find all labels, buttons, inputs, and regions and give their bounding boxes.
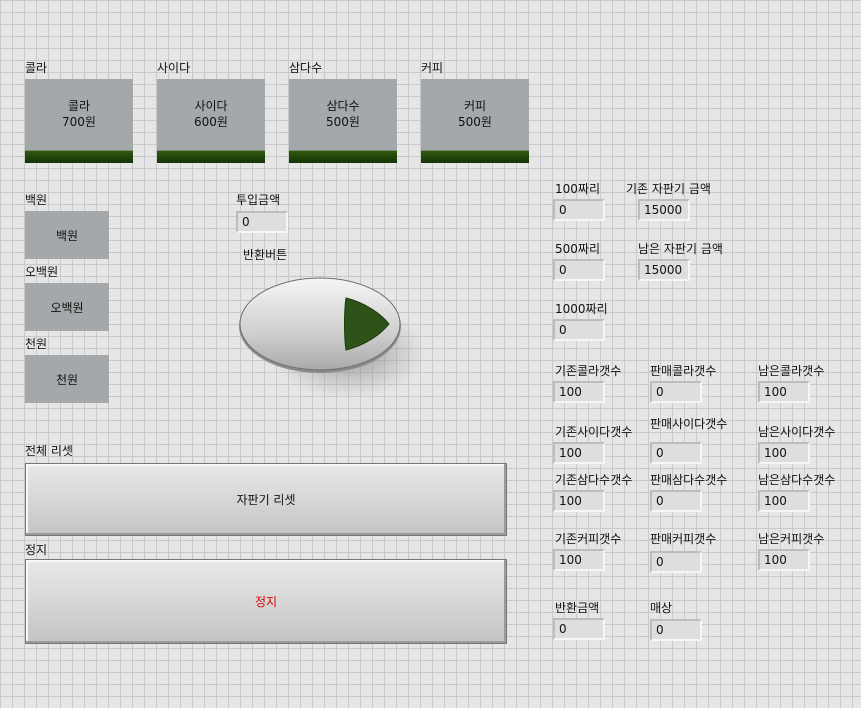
sold-coffee-indicator: 0 <box>650 551 702 573</box>
reset-button[interactable]: 자판기 리셋 <box>25 463 507 536</box>
coin-1000-title: 천원 <box>25 337 48 351</box>
stop-button[interactable]: 정지 <box>25 559 507 644</box>
reset-title: 전체 리셋 <box>25 444 73 458</box>
sold-cider-label: 판매사이다갯수 <box>650 417 728 431</box>
cider-led <box>157 150 265 163</box>
cola-price: 700원 <box>62 115 96 129</box>
count-100-label: 100짜리 <box>555 182 600 196</box>
count-500-indicator: 0 <box>553 259 605 281</box>
remaining-cola-label: 남은콜라갯수 <box>758 364 825 378</box>
return-button[interactable] <box>236 270 426 402</box>
existing-water-indicator: 100 <box>553 490 605 512</box>
inserted-amount-indicator: 0 <box>236 211 288 233</box>
cola-name: 콜라 <box>67 99 91 113</box>
change-amount-indicator: 0 <box>553 618 605 640</box>
coffee-title: 커피 <box>421 61 444 75</box>
remaining-machine-amount-indicator: 15000 <box>638 259 690 281</box>
count-1000-indicator: 0 <box>553 319 605 341</box>
sold-cider-indicator: 0 <box>650 442 702 464</box>
cider-name: 사이다 <box>194 99 228 113</box>
remaining-coffee-indicator: 100 <box>758 549 810 571</box>
existing-cider-indicator: 100 <box>553 442 605 464</box>
existing-cider-label: 기존사이다갯수 <box>555 425 633 439</box>
remaining-cider-indicator: 100 <box>758 442 810 464</box>
change-amount-label: 반환금액 <box>555 601 600 615</box>
existing-coffee-label: 기존커피갯수 <box>555 532 622 546</box>
sold-coffee-label: 판매커피갯수 <box>650 532 717 546</box>
cider-button[interactable]: 사이다 600원 <box>157 79 265 163</box>
sales-label: 매상 <box>650 601 673 615</box>
existing-coffee-indicator: 100 <box>553 549 605 571</box>
count-1000-label: 1000짜리 <box>555 302 608 316</box>
existing-machine-amount-label: 기존 자판기 금액 <box>626 182 711 196</box>
coffee-name: 커피 <box>463 99 487 113</box>
coffee-button[interactable]: 커피 500원 <box>421 79 529 163</box>
coffee-price: 500원 <box>458 115 492 129</box>
water-button[interactable]: 삼다수 500원 <box>289 79 397 163</box>
remaining-coffee-label: 남은커피갯수 <box>758 532 825 546</box>
coin-100-button[interactable]: 백원 <box>25 211 109 259</box>
remaining-water-indicator: 100 <box>758 490 810 512</box>
cider-price: 600원 <box>194 115 228 129</box>
coffee-led <box>421 150 529 163</box>
water-name: 삼다수 <box>326 99 360 113</box>
sales-indicator: 0 <box>650 619 702 641</box>
remaining-cola-indicator: 100 <box>758 381 810 403</box>
stop-title: 정지 <box>25 543 48 557</box>
cider-title: 사이다 <box>157 61 191 75</box>
cola-button[interactable]: 콜라 700원 <box>25 79 133 163</box>
sold-water-label: 판매삼다수갯수 <box>650 473 728 487</box>
existing-water-label: 기존삼다수갯수 <box>555 473 633 487</box>
sold-water-indicator: 0 <box>650 490 702 512</box>
count-500-label: 500짜리 <box>555 242 600 256</box>
sold-cola-indicator: 0 <box>650 381 702 403</box>
coin-100-title: 백원 <box>25 193 48 207</box>
coin-500-button[interactable]: 오백원 <box>25 283 109 331</box>
coin-500-title: 오백원 <box>25 265 59 279</box>
water-led <box>289 150 397 163</box>
sold-cola-label: 판매콜라갯수 <box>650 364 717 378</box>
water-title: 삼다수 <box>289 61 323 75</box>
inserted-amount-label: 투입금액 <box>236 193 281 207</box>
count-100-indicator: 0 <box>553 199 605 221</box>
remaining-cider-label: 남은사이다갯수 <box>758 425 836 439</box>
stop-button-label: 정지 <box>254 595 278 609</box>
existing-cola-indicator: 100 <box>553 381 605 403</box>
existing-machine-amount-indicator: 15000 <box>638 199 690 221</box>
cola-led <box>25 150 133 163</box>
return-button-label: 반환버튼 <box>243 248 288 262</box>
remaining-machine-amount-label: 남은 자판기 금액 <box>638 242 723 256</box>
coin-1000-button[interactable]: 천원 <box>25 355 109 403</box>
water-price: 500원 <box>326 115 360 129</box>
existing-cola-label: 기존콜라갯수 <box>555 364 622 378</box>
remaining-water-label: 남은삼다수갯수 <box>758 473 836 487</box>
cola-title: 콜라 <box>25 61 48 75</box>
